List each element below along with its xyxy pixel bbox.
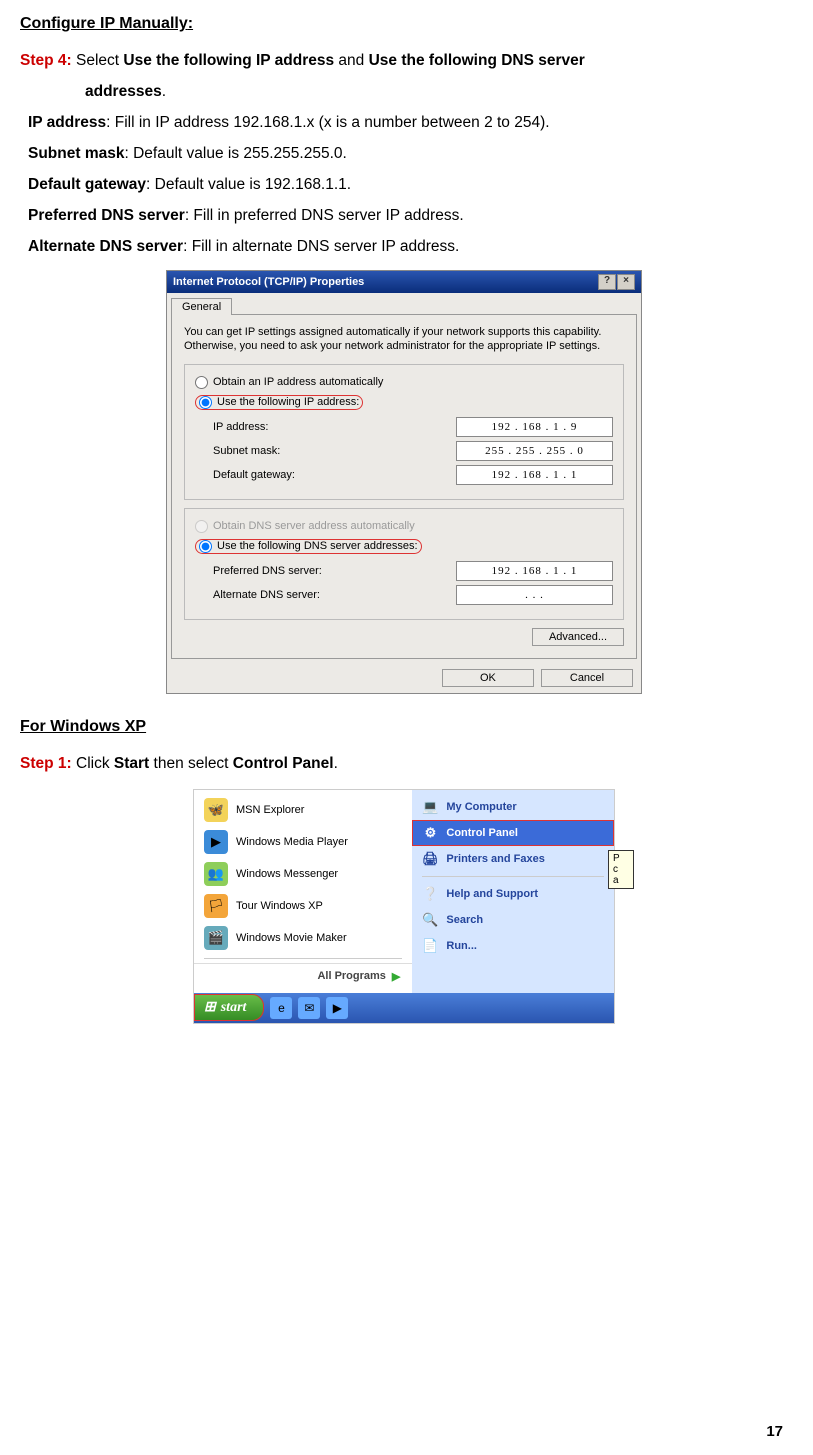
section-windows-xp: For Windows XP (20, 718, 788, 736)
taskbar-icon-3[interactable]: ▶ (326, 997, 348, 1019)
chevron-right-icon: ▶ (392, 970, 400, 983)
flag-icon: 🏳 (204, 894, 228, 918)
butterfly-icon: 🦋 (204, 798, 228, 822)
run-icon: 📄 (420, 936, 440, 956)
label-preferred-dns: Preferred DNS server: (213, 565, 322, 577)
computer-icon: 💻 (420, 797, 440, 817)
menu-media-player[interactable]: ▶Windows Media Player (194, 826, 412, 858)
label-gateway: Default gateway: (213, 469, 295, 481)
tooltip: Pca (608, 850, 634, 889)
menu-help[interactable]: ❔Help and Support (412, 881, 614, 907)
control-panel-icon: ⚙ (420, 823, 440, 843)
start-left-column: 🦋MSN Explorer ▶Windows Media Player 👥Win… (194, 790, 412, 993)
taskbar-icon-1[interactable]: e (270, 997, 292, 1019)
advanced-button[interactable]: Advanced... (532, 628, 624, 646)
radio-obtain-ip[interactable]: Obtain an IP address automatically (195, 376, 613, 389)
step4-line1: Step 4: Select Use the following IP addr… (20, 45, 788, 76)
ip-address-line: IP address: Fill in IP address 192.168.1… (20, 107, 788, 138)
radio-obtain-dns: Obtain DNS server address automatically (195, 520, 613, 533)
ok-button[interactable]: OK (442, 669, 534, 687)
input-alternate-dns[interactable]: . . . (456, 585, 613, 605)
input-preferred-dns[interactable]: 192 . 168 . 1 . 1 (456, 561, 613, 581)
page-number: 17 (766, 1423, 783, 1440)
play-icon: ▶ (204, 830, 228, 854)
start-right-column: 💻My Computer ⚙Control Panel 🖨Printers an… (412, 790, 614, 993)
step4-line2: addresses. (20, 76, 788, 107)
menu-search[interactable]: 🔍Search (412, 907, 614, 933)
menu-my-computer[interactable]: 💻My Computer (412, 794, 614, 820)
all-programs[interactable]: All Programs▶ (194, 963, 412, 989)
alternate-dns-line: Alternate DNS server: Fill in alternate … (20, 231, 788, 262)
step1-line: Step 1: Click Start then select Control … (20, 748, 788, 779)
windows-logo-icon: ⊞ (204, 999, 216, 1016)
dialog-description: You can get IP settings assigned automat… (184, 325, 624, 354)
messenger-icon: 👥 (204, 862, 228, 886)
menu-control-panel[interactable]: ⚙Control Panel (412, 820, 614, 846)
menu-tour-xp[interactable]: 🏳Tour Windows XP (194, 890, 412, 922)
default-gateway-line: Default gateway: Default value is 192.16… (20, 169, 788, 200)
dns-group: Obtain DNS server address automatically … (184, 508, 624, 620)
menu-run[interactable]: 📄Run... (412, 933, 614, 959)
tab-general[interactable]: General (171, 298, 232, 315)
taskbar-icon-2[interactable]: ✉ (298, 997, 320, 1019)
xp-start-menu: 🦋MSN Explorer ▶Windows Media Player 👥Win… (193, 789, 615, 1024)
help-icon: ❔ (420, 884, 440, 904)
label-ip: IP address: (213, 421, 268, 433)
cancel-button[interactable]: Cancel (541, 669, 633, 687)
film-icon: 🎬 (204, 926, 228, 950)
search-icon: 🔍 (420, 910, 440, 930)
dialog-title: Internet Protocol (TCP/IP) Properties (173, 276, 364, 288)
label-subnet: Subnet mask: (213, 445, 280, 457)
taskbar: ⊞start e ✉ ▶ (194, 993, 614, 1023)
menu-messenger[interactable]: 👥Windows Messenger (194, 858, 412, 890)
menu-msn-explorer[interactable]: 🦋MSN Explorer (194, 794, 412, 826)
start-button[interactable]: ⊞start (194, 994, 264, 1021)
label-alternate-dns: Alternate DNS server: (213, 589, 320, 601)
input-subnet[interactable]: 255 . 255 . 255 . 0 (456, 441, 613, 461)
close-icon[interactable]: × (617, 274, 635, 290)
input-ip[interactable]: 192 . 168 . 1 . 9 (456, 417, 613, 437)
preferred-dns-line: Preferred DNS server: Fill in preferred … (20, 200, 788, 231)
dialog-titlebar: Internet Protocol (TCP/IP) Properties ? … (167, 271, 641, 293)
subnet-mask-line: Subnet mask: Default value is 255.255.25… (20, 138, 788, 169)
radio-use-dns[interactable]: Use the following DNS server addresses: (195, 539, 422, 554)
section-configure-ip: Configure IP Manually: (20, 15, 788, 33)
radio-use-ip[interactable]: Use the following IP address: (195, 395, 363, 410)
menu-printers[interactable]: 🖨Printers and Faxes (412, 846, 614, 872)
input-gateway[interactable]: 192 . 168 . 1 . 1 (456, 465, 613, 485)
ip-group: Obtain an IP address automatically Use t… (184, 364, 624, 500)
printer-icon: 🖨 (420, 849, 440, 869)
help-icon[interactable]: ? (598, 274, 616, 290)
menu-movie-maker[interactable]: 🎬Windows Movie Maker (194, 922, 412, 954)
tcpip-dialog: Internet Protocol (TCP/IP) Properties ? … (166, 270, 642, 694)
